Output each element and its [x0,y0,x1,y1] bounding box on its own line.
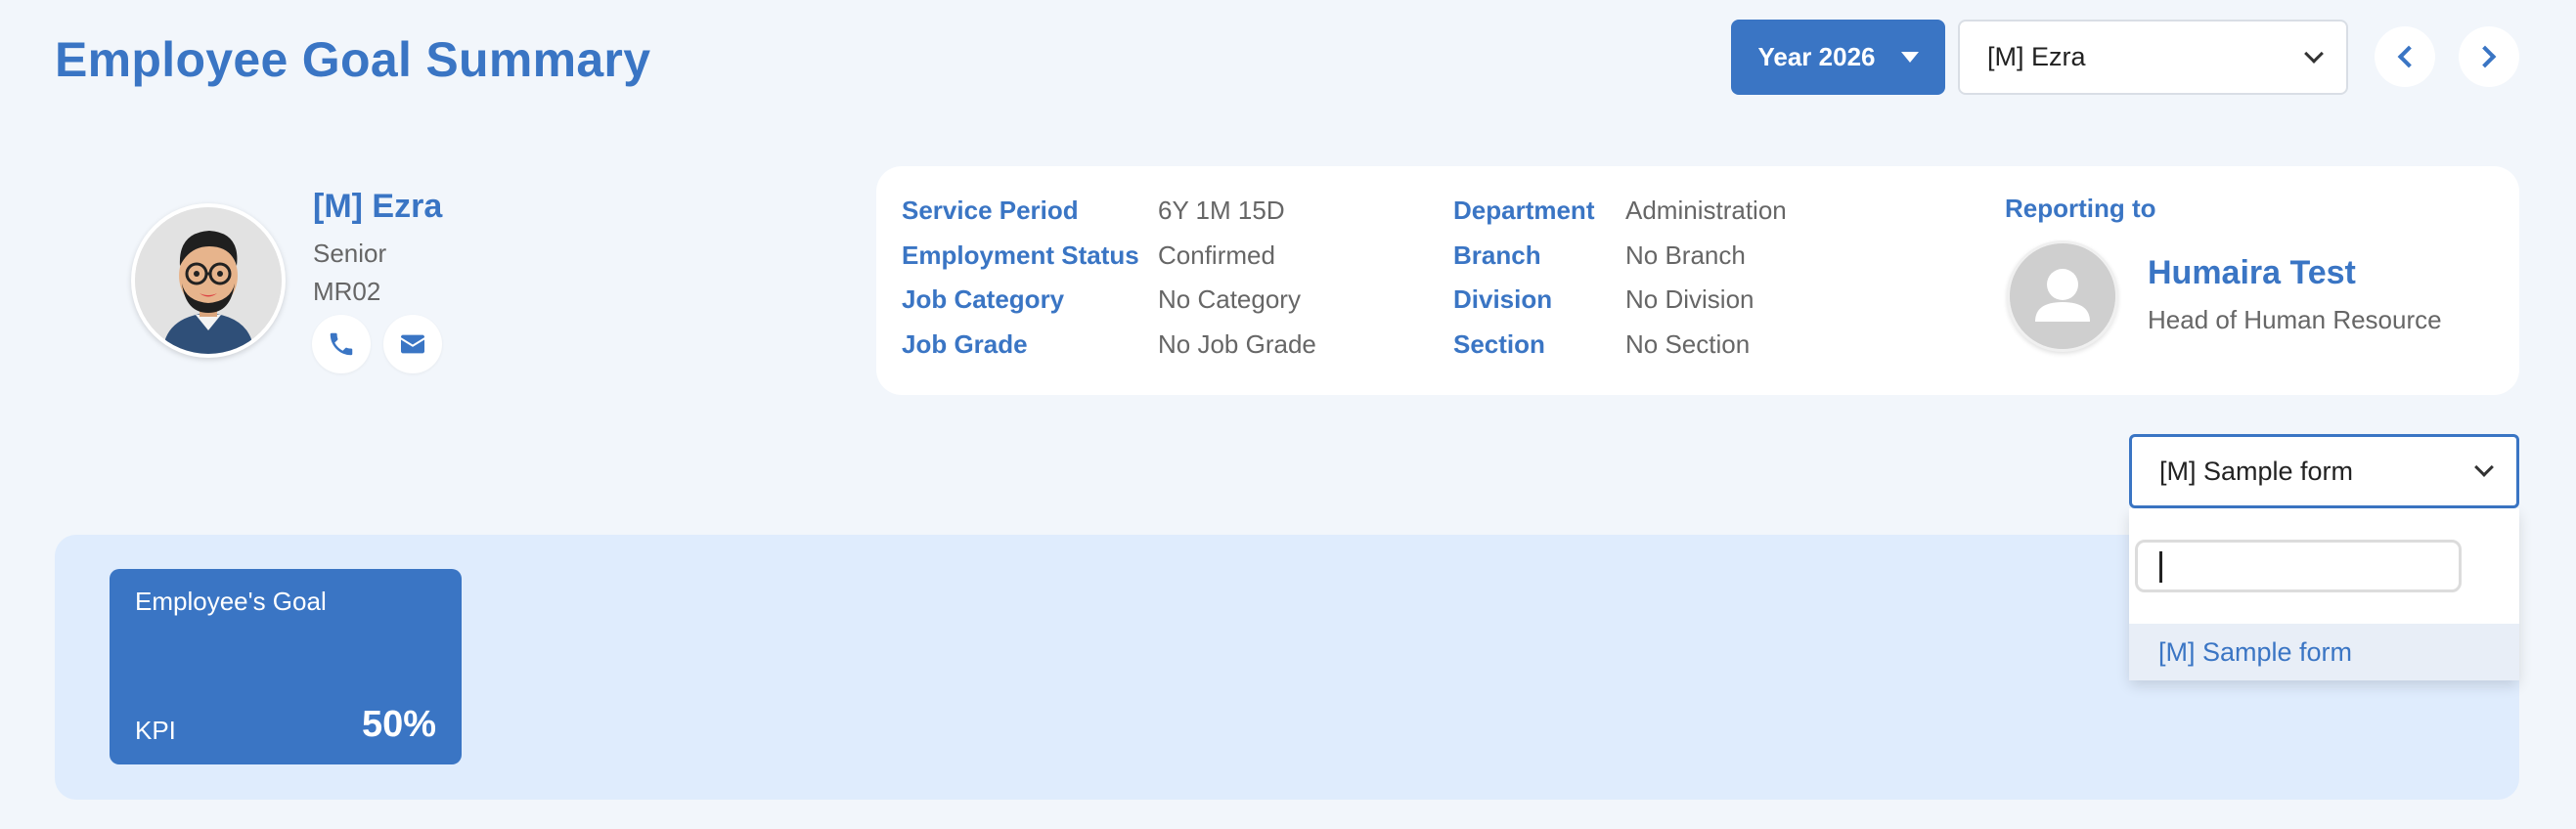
dropdown-option[interactable]: [M] Sample form [2129,624,2519,680]
chevron-down-icon [2474,458,2494,477]
form-dropdown-panel: [M] Sample form [2129,508,2519,680]
manager-name[interactable]: Humaira Test [2148,254,2356,292]
text-cursor [2159,551,2162,583]
info-label: Employment Status [902,240,1139,270]
employee-code: MR02 [313,277,381,306]
manager-title: Head of Human Resource [2148,305,2442,334]
info-label: Department [1453,196,1595,225]
employee-level: Senior [313,239,387,268]
caret-down-icon [1900,52,1919,63]
phone-icon [330,332,353,356]
info-value: No Category [1158,284,1301,314]
info-value: No Branch [1625,240,1746,270]
dropdown-search-input[interactable] [2135,540,2462,592]
page-title: Employee Goal Summary [55,32,651,87]
info-label: Section [1453,329,1545,359]
info-label: Service Period [902,196,1079,225]
chevron-down-icon [2304,43,2324,64]
employee-avatar [131,203,286,358]
reporting-to-label: Reporting to [2005,194,2156,223]
info-value: Administration [1625,196,1787,225]
year-label: Year 2026 [1757,42,1876,71]
goal-card-kpi-label: KPI [135,716,176,745]
info-label: Division [1453,284,1553,314]
info-label: Job Category [902,284,1065,314]
employee-select-value: [M] Ezra [1987,42,2086,71]
next-employee-button[interactable] [2459,26,2519,87]
user-placeholder-icon [2010,243,2115,349]
previous-employee-button[interactable] [2375,26,2435,87]
employee-select[interactable]: [M] Ezra [1958,20,2348,95]
year-select-button[interactable]: Year 2026 [1731,20,1945,95]
chevron-right-icon [2473,45,2497,68]
chevron-left-icon [2397,45,2421,68]
info-label: Job Grade [902,329,1028,359]
employee-name: [M] Ezra [313,188,443,225]
goal-card-title: Employee's Goal [135,587,327,616]
goal-card-percent: 50% [361,704,436,745]
info-label: Branch [1453,240,1541,270]
phone-button[interactable] [312,315,371,373]
manager-avatar [2007,240,2118,352]
form-select-value: [M] Sample form [2159,456,2354,486]
info-value: 6Y 1M 15D [1158,196,1285,225]
employee-goal-card[interactable]: Employee's Goal KPI 50% [110,569,462,764]
info-value: Confirmed [1158,240,1275,270]
info-value: No Job Grade [1158,329,1316,359]
envelope-icon [401,334,424,354]
info-value: No Division [1625,284,1754,314]
form-select[interactable]: [M] Sample form [2129,434,2519,508]
info-value: No Section [1625,329,1751,359]
email-button[interactable] [383,315,442,373]
